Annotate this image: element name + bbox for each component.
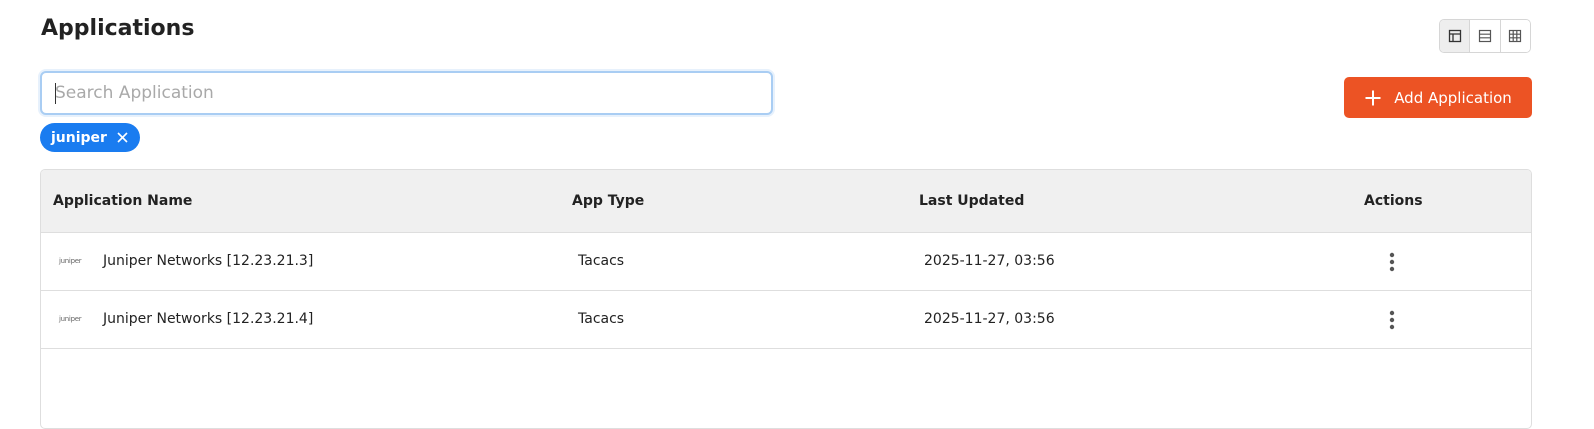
app-type: Tacacs [578,311,625,327]
table-row[interactable]: juniper Juniper Networks [12.23.21.4] Ta… [41,291,1531,349]
add-application-button[interactable]: Add Application [1344,77,1532,118]
app-type: Tacacs [578,253,625,269]
last-updated: 2025-11-27, 03:56 [924,253,1055,269]
view-toggle [1439,19,1531,53]
juniper-logo: juniper [59,257,82,265]
page-title: Applications [41,16,195,41]
last-updated: 2025-11-27, 03:56 [924,311,1055,327]
filter-chip: juniper [40,123,140,152]
column-application-name: Application Name [53,193,193,209]
column-last-updated: Last Updated [919,193,1025,209]
layout-icon [1448,29,1461,43]
add-application-label: Add Application [1394,88,1512,107]
plus-icon [1365,90,1381,105]
column-actions: Actions [1364,193,1423,209]
table-header: Application Name App Type Last Updated A… [41,170,1531,233]
juniper-logo: juniper [59,315,82,323]
search-input[interactable] [42,73,771,113]
grid-icon [1509,29,1522,43]
more-vertical-icon [1389,310,1395,330]
list-icon [1478,29,1492,43]
remove-filter-button[interactable] [117,132,128,143]
search-box [40,71,773,115]
filter-chip-label: juniper [51,129,107,146]
view-grid-button[interactable] [1499,20,1530,52]
table-row[interactable]: juniper Juniper Networks [12.23.21.3] Ta… [41,233,1531,291]
column-app-type: App Type [572,193,645,209]
application-name: Juniper Networks [12.23.21.4] [103,311,314,327]
applications-table: Application Name App Type Last Updated A… [40,169,1532,429]
view-layout-button[interactable] [1440,20,1470,52]
application-name: Juniper Networks [12.23.21.3] [103,253,314,269]
close-icon [117,132,128,143]
text-caret [55,83,56,104]
view-list-button[interactable] [1469,20,1500,52]
row-actions-button[interactable] [1380,308,1404,332]
more-vertical-icon [1389,252,1395,272]
row-actions-button[interactable] [1380,250,1404,274]
